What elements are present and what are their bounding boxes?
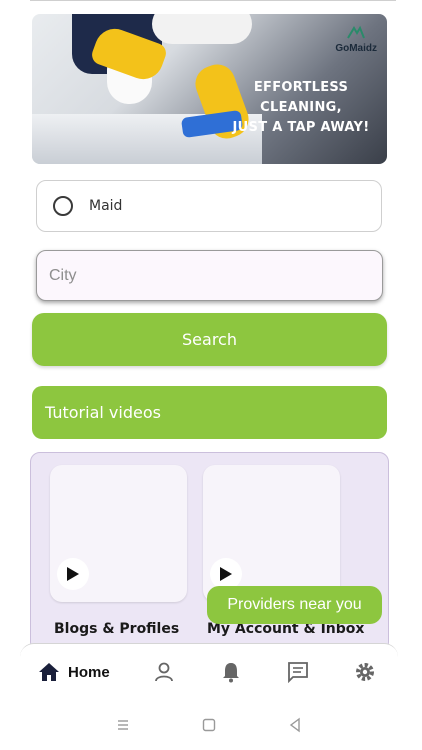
chat-icon [287,662,308,683]
nav-item-settings[interactable] [331,644,398,700]
play-icon [220,567,232,581]
tutorial-videos-title: Tutorial videos [45,403,161,422]
nav-item-messages[interactable] [264,644,331,700]
nav-item-home[interactable]: Home [20,644,130,700]
home-square-icon[interactable] [201,717,217,733]
service-radio-button[interactable] [53,196,73,216]
play-icon [67,567,79,581]
video-card[interactable] [203,465,340,602]
banner-tagline: EFFORTLESS CLEANING, JUST A TAP AWAY! [221,78,381,138]
tagline-line-2: JUST A TAP AWAY! [232,120,370,135]
video-title: Blogs & Profiles [54,621,180,637]
system-navigation-bar [20,705,398,745]
nav-item-notifications[interactable] [197,644,264,700]
service-type-label: Maid [89,198,123,214]
city-input[interactable] [36,250,383,301]
nav-home-label: Home [68,663,110,681]
divider [30,0,396,1]
search-button[interactable]: Search [32,313,387,366]
bell-icon [222,663,239,683]
tutorial-videos-header: Tutorial videos [32,386,387,439]
brand-logo-icon [347,25,366,39]
service-type-selector[interactable]: Maid [36,180,382,232]
back-icon[interactable] [287,717,303,733]
brand-logo: GoMaidz [335,24,377,54]
providers-near-you-button[interactable]: Providers near you [207,586,382,624]
banner-sleeve-graphic [152,14,252,44]
promo-banner[interactable]: GoMaidz EFFORTLESS CLEANING, JUST A TAP … [32,14,387,164]
brand-name: GoMaidz [335,43,377,54]
video-card[interactable] [50,465,187,602]
play-button[interactable] [57,558,89,590]
bottom-navigation: Home [20,643,398,700]
recent-apps-icon[interactable] [115,717,131,733]
gear-icon [355,663,374,681]
nav-item-profile[interactable] [130,644,197,700]
tagline-line-1: EFFORTLESS CLEANING, [253,80,349,115]
profile-icon [154,662,173,682]
home-icon [39,663,59,681]
